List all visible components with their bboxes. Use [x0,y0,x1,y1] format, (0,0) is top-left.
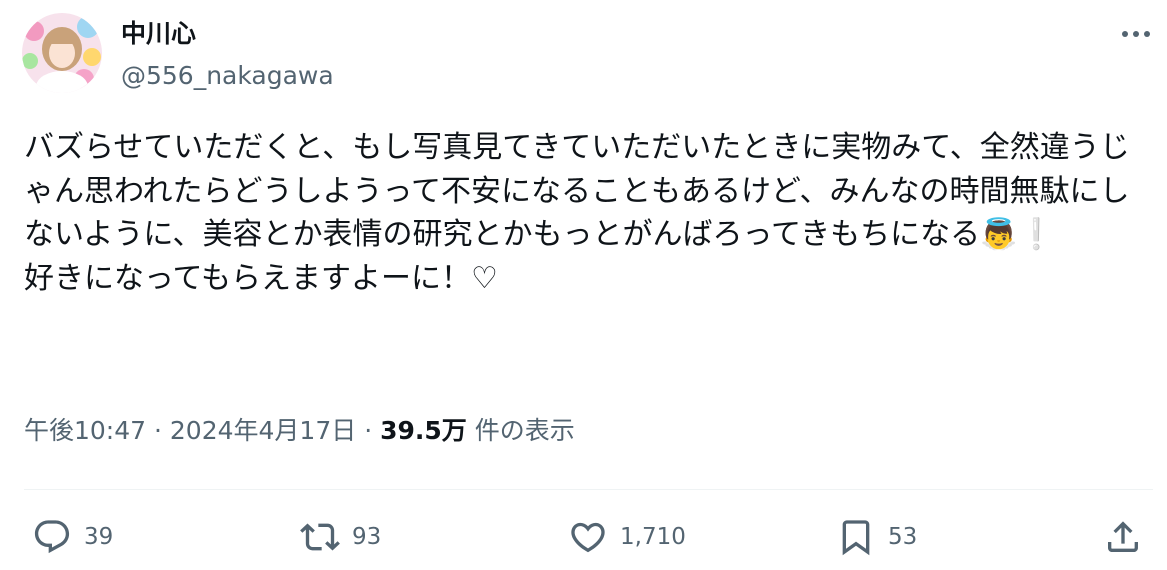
bookmark-button[interactable]: 53 [836,512,917,562]
like-button[interactable]: 1,710 [568,512,686,562]
tweet-text: バズらせていただくと、もし写真見てきていただいたときに実物みて、全然違うじゃん思… [24,130,1130,296]
heart-icon [571,522,605,553]
avatar[interactable] [22,13,102,93]
reply-bubble-icon [34,520,70,554]
share-upload-icon [1108,521,1138,552]
tweet-date[interactable]: 2024年4月17日 [170,416,356,445]
retweet-icon [300,523,340,551]
views-label: 件の表示 [474,416,575,445]
meta-separator: · [364,416,373,445]
divider [24,489,1153,490]
more-dots-icon [1122,31,1150,37]
views-count: 39.5万 [380,416,467,445]
retweet-button[interactable]: 93 [300,512,381,562]
display-name[interactable]: 中川心 [121,16,196,52]
tweet-time[interactable]: 午後10:47 [24,416,146,445]
bookmark-icon [842,520,870,556]
reply-button[interactable]: 39 [32,512,113,562]
tweet-meta: 午後10:47 · 2024年4月17日 · 39.5万 件の表示 [24,413,575,449]
avatar-image [22,13,102,93]
reply-count: 39 [84,524,114,550]
user-handle[interactable]: @556_nakagawa [121,58,334,94]
retweet-count: 93 [352,524,382,550]
more-options-button[interactable] [1113,14,1159,54]
meta-separator: · [154,416,162,445]
share-button[interactable] [1103,512,1143,562]
bookmark-count: 53 [888,524,918,550]
like-count: 1,710 [620,524,686,550]
